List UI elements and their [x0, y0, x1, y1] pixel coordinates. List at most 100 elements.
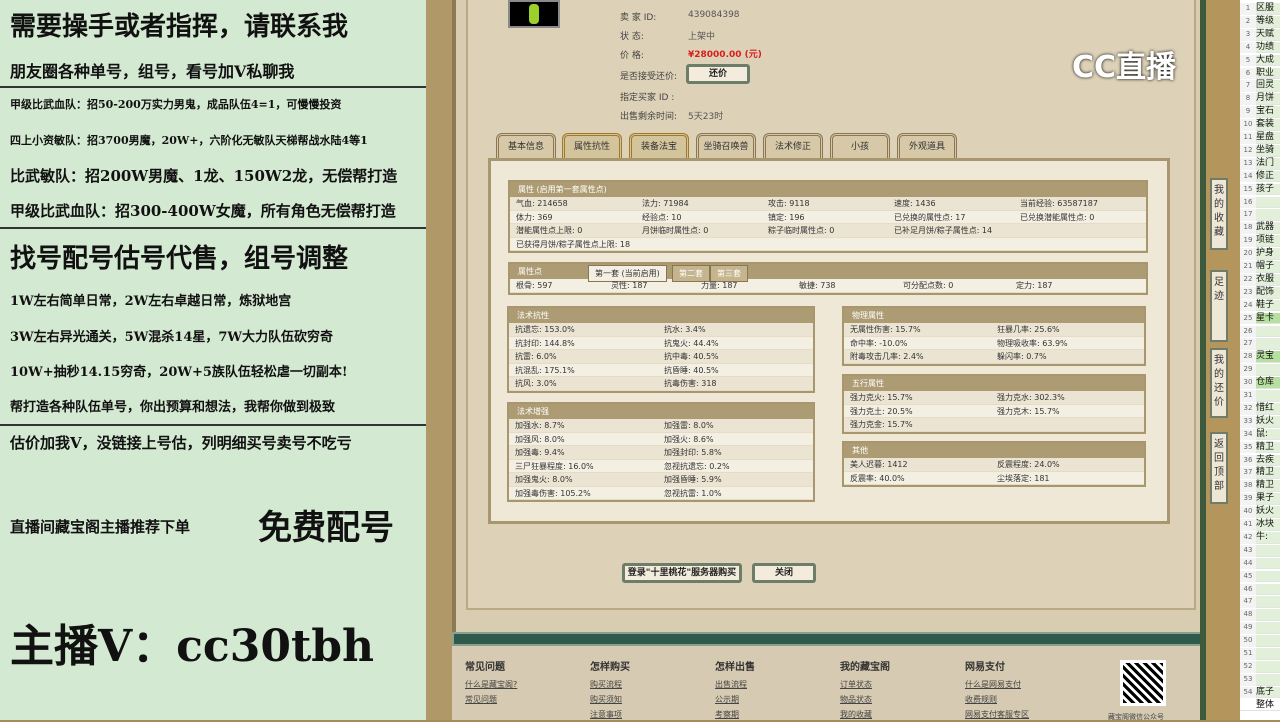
- sheet-row[interactable]: 2等级: [1240, 16, 1280, 28]
- footer-link[interactable]: 什么是藏宝阁?: [465, 679, 517, 690]
- sheet-row[interactable]: 34鼠:: [1240, 429, 1280, 441]
- sheet-row[interactable]: 28灵宝: [1240, 351, 1280, 363]
- sheet-row[interactable]: 52: [1240, 661, 1280, 673]
- cell[interactable]: 职业: [1256, 68, 1274, 78]
- sheet-row[interactable]: 37精卫: [1240, 467, 1280, 479]
- cell[interactable]: 法门: [1256, 158, 1274, 168]
- back-to-top-button[interactable]: 返回顶部: [1210, 432, 1228, 504]
- footer-link[interactable]: 注意事项: [590, 709, 622, 720]
- cell[interactable]: 星卡: [1256, 313, 1274, 323]
- footer-link[interactable]: 购买须知: [590, 694, 622, 705]
- cell[interactable]: 配饰: [1256, 287, 1274, 297]
- cell[interactable]: 衣服: [1256, 274, 1274, 284]
- cell[interactable]: 星盘: [1256, 132, 1274, 142]
- cell[interactable]: 项链: [1256, 235, 1274, 245]
- cell[interactable]: 惜红: [1256, 403, 1274, 413]
- cell[interactable]: 牛:: [1256, 532, 1268, 542]
- tab-equipment[interactable]: 装备法宝: [629, 133, 689, 159]
- sheet-row[interactable]: 7回灵: [1240, 80, 1280, 92]
- footer-link[interactable]: 收费规则: [965, 694, 997, 705]
- cell[interactable]: 精卫: [1256, 480, 1274, 490]
- sheet-row[interactable]: 20护身: [1240, 248, 1280, 260]
- sheet-row[interactable]: 23配饰: [1240, 287, 1280, 299]
- cell[interactable]: 护身: [1256, 248, 1274, 258]
- sheet-row[interactable]: 42牛:: [1240, 532, 1280, 544]
- sheet-row[interactable]: 5大成: [1240, 55, 1280, 67]
- cell[interactable]: 孩子: [1256, 184, 1274, 194]
- sheet-row[interactable]: 39果子: [1240, 493, 1280, 505]
- sheet-row[interactable]: 31: [1240, 390, 1280, 402]
- sheet-row[interactable]: 48: [1240, 609, 1280, 621]
- sheet-row[interactable]: 50: [1240, 635, 1280, 647]
- sheet-row[interactable]: 6职业: [1240, 68, 1280, 80]
- footer-link[interactable]: 什么是网易支付: [965, 679, 1021, 690]
- cell[interactable]: 精卫: [1256, 467, 1274, 477]
- sheet-row[interactable]: 4功绩: [1240, 42, 1280, 54]
- cell[interactable]: 天赋: [1256, 29, 1274, 39]
- sheet-row[interactable]: 53: [1240, 674, 1280, 686]
- cell[interactable]: 精卫: [1256, 442, 1274, 452]
- sheet-row[interactable]: 21帽子: [1240, 261, 1280, 273]
- footer-link[interactable]: 物品状态: [840, 694, 872, 705]
- sheet-row[interactable]: 51: [1240, 648, 1280, 660]
- sheet-row[interactable]: 30仓库: [1240, 377, 1280, 389]
- cell[interactable]: 回灵: [1256, 80, 1274, 90]
- cell[interactable]: 功绩: [1256, 42, 1274, 52]
- footer-link[interactable]: 购买流程: [590, 679, 622, 690]
- sheet-row[interactable]: 47: [1240, 596, 1280, 608]
- cell[interactable]: 冰块: [1256, 519, 1274, 529]
- tab-mounts-pets[interactable]: 坐骑召唤兽: [696, 133, 756, 159]
- sheet-row[interactable]: 38精卫: [1240, 480, 1280, 492]
- tab-basic-info[interactable]: 基本信息: [496, 133, 556, 159]
- cell[interactable]: 果子: [1256, 493, 1274, 503]
- sheet-row[interactable]: 3天赋: [1240, 29, 1280, 41]
- cell[interactable]: 灵宝: [1256, 351, 1274, 361]
- tab-appearance[interactable]: 外观道具: [897, 133, 957, 159]
- footer-link[interactable]: 订单状态: [840, 679, 872, 690]
- cell[interactable]: 整体: [1256, 700, 1274, 710]
- cell[interactable]: 仓库: [1256, 377, 1274, 387]
- sheet-row[interactable]: 49: [1240, 622, 1280, 634]
- sheet-row[interactable]: 18武器: [1240, 222, 1280, 234]
- sheet-row[interactable]: 29: [1240, 364, 1280, 376]
- my-favorites-button[interactable]: 我的收藏: [1210, 178, 1228, 250]
- sheet-row[interactable]: 15孩子: [1240, 184, 1280, 196]
- sheet-row[interactable]: 26: [1240, 326, 1280, 338]
- login-buy-button[interactable]: 登录"十里桃花"服务器购买: [622, 563, 742, 583]
- cell[interactable]: 套装: [1256, 119, 1274, 129]
- sheet-row[interactable]: 10套装: [1240, 119, 1280, 131]
- cell[interactable]: 鞋子: [1256, 300, 1274, 310]
- sheet-row[interactable]: 14修正: [1240, 171, 1280, 183]
- close-button[interactable]: 关闭: [752, 563, 816, 583]
- sheet-row[interactable]: 33妖火: [1240, 416, 1280, 428]
- tab-spell-mods[interactable]: 法术修正: [763, 133, 823, 159]
- sheet-row[interactable]: 54底子: [1240, 687, 1280, 699]
- cell[interactable]: 坐骑: [1256, 145, 1274, 155]
- cell[interactable]: 底子: [1256, 687, 1274, 697]
- sheet-row[interactable]: 12坐骑: [1240, 145, 1280, 157]
- cell[interactable]: 妖火: [1256, 416, 1274, 426]
- cell[interactable]: 去疾: [1256, 455, 1274, 465]
- sheet-row[interactable]: 1区服: [1240, 3, 1280, 15]
- tab-attributes[interactable]: 属性抗性: [562, 133, 622, 159]
- sheet-row[interactable]: 19项链: [1240, 235, 1280, 247]
- cell[interactable]: 大成: [1256, 55, 1274, 65]
- sheet-row[interactable]: 32惜红: [1240, 403, 1280, 415]
- cell[interactable]: 修正: [1256, 171, 1274, 181]
- cell[interactable]: 等级: [1256, 16, 1274, 26]
- footer-link[interactable]: 常见问题: [465, 694, 497, 705]
- my-offers-button[interactable]: 我的还价: [1210, 348, 1228, 418]
- sheet-row[interactable]: 41冰块: [1240, 519, 1280, 531]
- cell[interactable]: 武器: [1256, 222, 1274, 232]
- sheet-row[interactable]: 16: [1240, 197, 1280, 209]
- sheet-row[interactable]: 整体: [1240, 700, 1280, 712]
- sheet-row[interactable]: 11星盘: [1240, 132, 1280, 144]
- sheet-row[interactable]: 40妖火: [1240, 506, 1280, 518]
- cell[interactable]: 妖火: [1256, 506, 1274, 516]
- tab-child[interactable]: 小孩: [830, 133, 890, 159]
- sheet-row[interactable]: 13法门: [1240, 158, 1280, 170]
- cell[interactable]: 月饼: [1256, 93, 1274, 103]
- footer-link[interactable]: 出售流程: [715, 679, 747, 690]
- footer-link[interactable]: 公示期: [715, 694, 739, 705]
- sheet-row[interactable]: 44: [1240, 558, 1280, 570]
